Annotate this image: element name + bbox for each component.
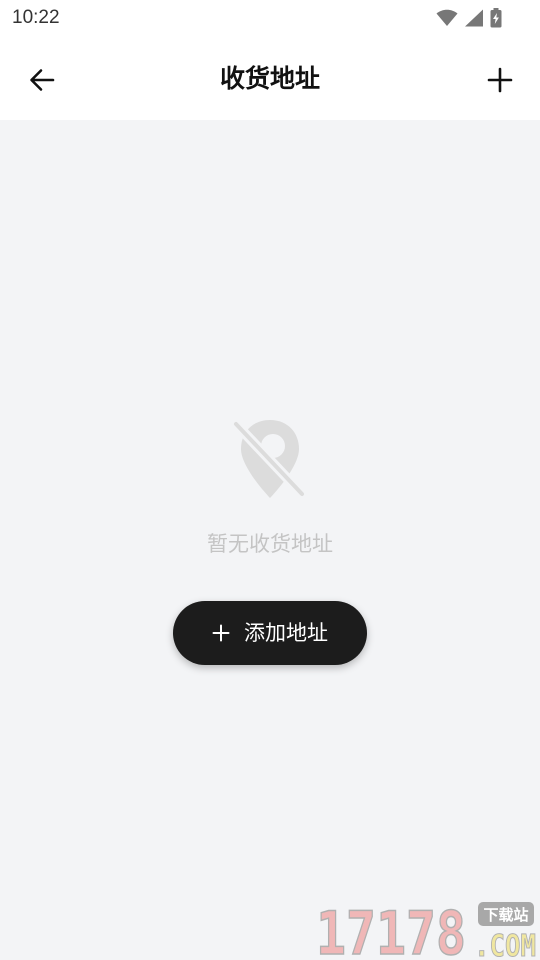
plus-icon <box>487 67 513 93</box>
status-bar: 10:22 <box>0 0 540 36</box>
status-time: 10:22 <box>12 7 60 28</box>
wifi-icon <box>436 9 458 26</box>
empty-state: 暂无收货地址 <box>0 410 540 558</box>
add-address-label: 添加地址 <box>244 621 328 645</box>
watermark-number: 17178 <box>316 900 466 958</box>
plus-icon <box>212 624 230 642</box>
page-title: 收货地址 <box>219 64 320 93</box>
status-icons <box>436 8 502 28</box>
battery-charging-icon <box>490 8 502 28</box>
empty-message: 暂无收货地址 <box>207 532 333 556</box>
app-bar: 收货地址 <box>0 36 540 120</box>
add-address-button[interactable]: 添加地址 <box>173 601 367 665</box>
watermark-badge: 下载站 <box>483 906 528 924</box>
watermark-suffix: .COM <box>474 929 536 958</box>
add-button[interactable] <box>480 60 520 100</box>
watermark-logo: 17178 下载站 .COM <box>315 900 536 958</box>
signal-icon <box>465 9 483 27</box>
location-off-icon <box>231 419 307 499</box>
